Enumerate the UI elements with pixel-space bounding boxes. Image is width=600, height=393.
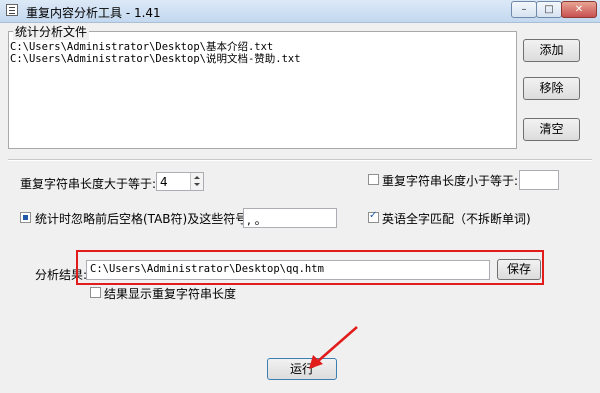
annotation-arrow-icon bbox=[309, 326, 358, 369]
app-window: 重复内容分析工具 - 1.41 – □ ✕ 统计分析文件 C:\Users\Ad… bbox=[0, 0, 600, 393]
